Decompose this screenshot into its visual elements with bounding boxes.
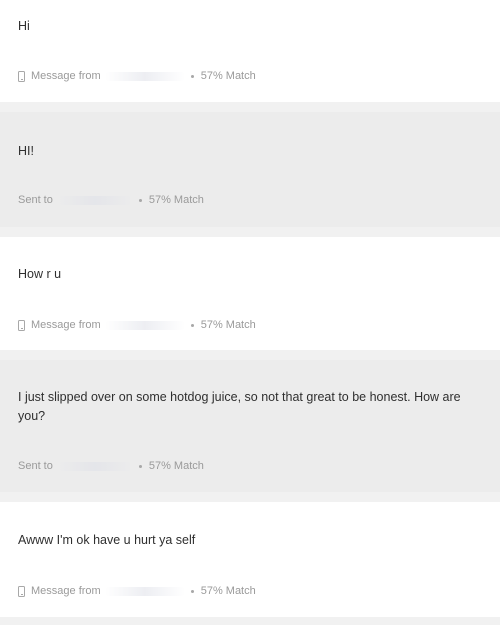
match-percentage: 57% Match [200, 319, 256, 331]
message-item-received[interactable]: How r u Message from 57% Match [0, 237, 500, 350]
match-percentage: 57% Match [148, 460, 204, 472]
message-meta: Message from 57% Match [18, 70, 256, 82]
separator-dot [190, 589, 194, 593]
match-percentage: 57% Match [200, 585, 256, 597]
message-meta: Sent to 57% Match [18, 460, 204, 472]
message-text: How r u [18, 267, 62, 281]
phone-icon [18, 319, 25, 331]
redacted-username [104, 586, 185, 596]
message-item-received[interactable]: Hi Message from 57% Match [0, 0, 500, 102]
redacted-username [104, 320, 185, 330]
message-meta-label: Message from [31, 70, 101, 82]
match-percentage: 57% Match [200, 70, 256, 82]
separator-dot [190, 323, 194, 327]
message-meta: Message from 57% Match [18, 585, 256, 597]
redacted-username [56, 461, 133, 471]
message-meta-label: Message from [31, 319, 101, 331]
message-meta: Sent to 57% Match [18, 194, 204, 206]
message-text: HI! [18, 144, 34, 158]
phone-icon [18, 585, 25, 597]
separator-dot [138, 198, 142, 202]
separator-dot [138, 464, 142, 468]
separator-dot [190, 74, 194, 78]
message-text: Hi [18, 19, 30, 33]
phone-icon [18, 70, 25, 82]
message-meta-label: Sent to [18, 194, 53, 206]
message-text: I just slipped over on some hotdog juice… [18, 390, 461, 423]
message-meta: Message from 57% Match [18, 319, 256, 331]
match-percentage: 57% Match [148, 194, 204, 206]
message-thread: Hi Message from 57% Match HI! Sent to 57… [0, 0, 500, 625]
message-item-received[interactable]: Awww I'm ok have u hurt ya self Message … [0, 502, 500, 617]
message-meta-label: Message from [31, 585, 101, 597]
message-text: Awww I'm ok have u hurt ya self [18, 533, 196, 547]
message-item-sent[interactable]: HI! Sent to 57% Match [0, 112, 500, 227]
message-item-sent[interactable]: I just slipped over on some hotdog juice… [0, 360, 500, 492]
message-meta-label: Sent to [18, 460, 53, 472]
redacted-username [56, 195, 133, 205]
redacted-username [104, 71, 185, 81]
